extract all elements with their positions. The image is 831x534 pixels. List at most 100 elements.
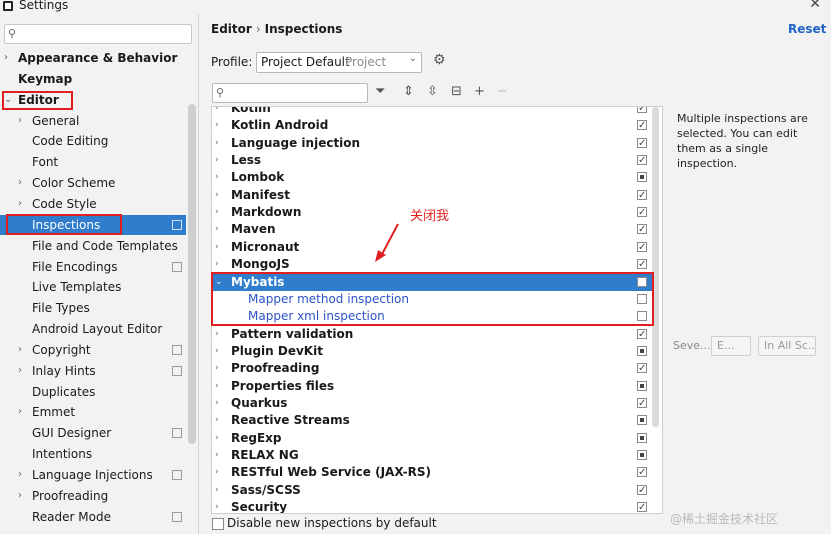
chevron-right-icon[interactable]: › <box>215 378 219 395</box>
chevron-right-icon[interactable]: › <box>215 412 219 429</box>
sidebar-item[interactable]: File Types <box>0 298 186 318</box>
chevron-right-icon[interactable]: › <box>215 482 219 499</box>
close-icon[interactable]: ✕ <box>809 0 821 12</box>
collapse-all-icon[interactable]: ⇳ <box>427 84 438 99</box>
chevron-right-icon[interactable]: › <box>18 173 22 193</box>
chevron-right-icon[interactable]: › <box>215 256 219 273</box>
chevron-right-icon[interactable]: › <box>18 111 22 131</box>
chevron-right-icon[interactable]: › <box>215 187 219 204</box>
inspection-checkbox[interactable] <box>637 172 647 182</box>
disable-new-inspections-checkbox[interactable] <box>212 518 224 530</box>
chevron-right-icon[interactable]: › <box>215 239 219 256</box>
inspections-scrollbar[interactable] <box>652 107 659 427</box>
chevron-right-icon[interactable]: › <box>18 402 22 422</box>
sidebar-item[interactable]: Duplicates <box>0 382 186 402</box>
chevron-right-icon[interactable]: › <box>215 395 219 412</box>
inspections-search-input[interactable]: ⚲ <box>212 83 368 103</box>
chevron-right-icon[interactable]: › <box>18 194 22 214</box>
inspection-checkbox[interactable] <box>637 464 647 481</box>
inspection-row[interactable]: › Sass/SCSS <box>212 482 652 499</box>
inspection-row[interactable]: › Micronaut <box>212 239 652 256</box>
sidebar-item[interactable]: Font <box>0 152 186 172</box>
chevron-right-icon[interactable]: › <box>215 447 219 464</box>
sidebar-item[interactable]: Intentions <box>0 444 186 464</box>
inspection-row[interactable]: › Kotlin <box>212 107 652 117</box>
sidebar-item[interactable]: Keymap <box>0 69 186 89</box>
profile-select[interactable]: Project Default Project ⌄ <box>256 52 422 73</box>
sidebar-item[interactable]: File Encodings <box>0 257 186 277</box>
inspection-checkbox[interactable] <box>637 152 647 169</box>
chevron-right-icon[interactable]: › <box>18 486 22 506</box>
chevron-right-icon[interactable]: › <box>18 361 22 381</box>
sidebar-item[interactable]: › Language Injections <box>0 465 186 485</box>
sidebar-item[interactable]: › Copyright <box>0 340 186 360</box>
inspection-checkbox[interactable] <box>637 326 647 343</box>
reset-link[interactable]: Reset <box>788 22 826 36</box>
inspection-checkbox[interactable] <box>637 256 647 273</box>
sidebar-item[interactable]: Code Editing <box>0 131 186 151</box>
inspection-checkbox[interactable] <box>637 415 647 425</box>
inspection-row[interactable]: › Language injection <box>212 135 652 152</box>
inspection-row[interactable]: › RegExp <box>212 430 652 447</box>
chevron-right-icon[interactable]: › <box>215 326 219 343</box>
inspection-checkbox[interactable] <box>637 107 647 117</box>
inspection-row[interactable]: › Properties files <box>212 378 652 395</box>
chevron-right-icon[interactable]: › <box>215 135 219 152</box>
inspection-checkbox[interactable] <box>637 204 647 221</box>
chevron-right-icon[interactable]: › <box>215 204 219 221</box>
inspection-row[interactable]: › Pattern validation <box>212 326 652 343</box>
inspection-row[interactable]: › Reactive Streams <box>212 412 652 429</box>
filter-icon[interactable]: ⏷ <box>375 84 385 99</box>
gear-icon[interactable]: ⚙ <box>433 52 446 68</box>
sidebar-item[interactable]: File and Code Templates <box>0 236 186 256</box>
inspection-checkbox[interactable] <box>637 450 647 460</box>
inspection-row[interactable]: › Plugin DevKit <box>212 343 652 360</box>
inspection-checkbox[interactable] <box>637 395 647 412</box>
chevron-right-icon[interactable]: › <box>18 465 22 485</box>
inspection-checkbox[interactable] <box>637 433 647 443</box>
inspection-checkbox[interactable] <box>637 187 647 204</box>
chevron-right-icon[interactable]: › <box>18 340 22 360</box>
sidebar-item[interactable]: › Code Style <box>0 194 186 214</box>
sidebar-search-input[interactable]: ⚲ <box>4 24 192 44</box>
inspection-row[interactable]: › Quarkus <box>212 395 652 412</box>
inspection-checkbox[interactable] <box>637 482 647 499</box>
inspection-row[interactable]: › Manifest <box>212 187 652 204</box>
chevron-right-icon[interactable]: › <box>4 48 8 68</box>
inspection-row[interactable]: › RELAX NG <box>212 447 652 464</box>
severity-select[interactable]: E... <box>711 336 751 356</box>
inspection-row[interactable]: › Lombok <box>212 169 652 186</box>
inspection-checkbox[interactable] <box>637 135 647 152</box>
sidebar-item[interactable]: › Color Scheme <box>0 173 186 193</box>
add-icon[interactable]: + <box>474 84 485 99</box>
sidebar-item[interactable]: › Proofreading <box>0 486 186 506</box>
inspection-row[interactable]: › Proofreading <box>212 360 652 377</box>
inspection-checkbox[interactable] <box>637 221 647 238</box>
chevron-right-icon[interactable]: › <box>215 107 219 117</box>
inspection-row[interactable]: › Security <box>212 499 652 513</box>
inspection-row[interactable]: › Kotlin Android <box>212 117 652 134</box>
sidebar-item[interactable]: GUI Designer <box>0 423 186 443</box>
chevron-right-icon[interactable]: › <box>215 360 219 377</box>
chevron-right-icon[interactable]: › <box>215 152 219 169</box>
inspection-checkbox[interactable] <box>637 117 647 134</box>
sidebar-item[interactable]: › Emmet <box>0 402 186 422</box>
sidebar-item[interactable]: › General <box>0 111 186 131</box>
sidebar-item[interactable]: › Inlay Hints <box>0 361 186 381</box>
expand-all-icon[interactable]: ⇕ <box>403 84 414 99</box>
inspection-checkbox[interactable] <box>637 346 647 356</box>
reset-to-default-icon[interactable]: ⊟ <box>451 84 462 99</box>
inspection-row[interactable]: › MongoJS <box>212 256 652 273</box>
chevron-right-icon[interactable]: › <box>215 464 219 481</box>
scope-select[interactable]: In All Sc... <box>758 336 816 356</box>
inspection-checkbox[interactable] <box>637 381 647 391</box>
chevron-right-icon[interactable]: › <box>215 169 219 186</box>
chevron-right-icon[interactable]: › <box>215 343 219 360</box>
inspection-row[interactable]: › RESTful Web Service (JAX-RS) <box>212 464 652 481</box>
remove-icon[interactable]: − <box>497 84 508 99</box>
sidebar-item[interactable]: Android Layout Editor <box>0 319 186 339</box>
sidebar-item[interactable]: › Appearance & Behavior <box>0 48 186 68</box>
inspection-checkbox[interactable] <box>637 499 647 513</box>
chevron-right-icon[interactable]: › <box>215 430 219 447</box>
chevron-right-icon[interactable]: › <box>215 499 219 513</box>
